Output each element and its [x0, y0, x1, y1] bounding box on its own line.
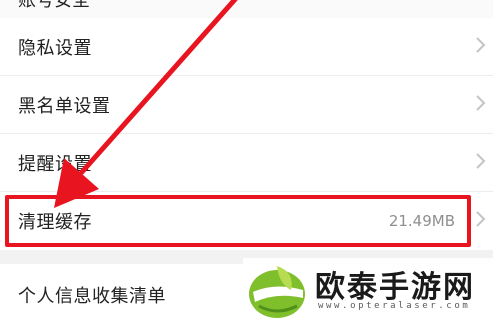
chevron-right-icon: [475, 210, 487, 232]
settings-item-label: 黑名单设置: [18, 95, 111, 117]
settings-item-label: 个人信息收集清单: [18, 285, 166, 307]
settings-item-reminder[interactable]: 提醒设置: [0, 134, 493, 192]
settings-item-label: 提醒设置: [18, 153, 92, 175]
partial-settings-row[interactable]: 账号安全: [0, 0, 493, 18]
settings-item-privacy[interactable]: 隐私设置: [0, 18, 493, 76]
watermark-title: 欧泰手游网: [315, 270, 475, 305]
chevron-right-icon: [475, 152, 487, 174]
highlight-box: [5, 195, 471, 247]
leaf-logo-icon: [249, 266, 305, 318]
chevron-right-icon: [475, 36, 487, 58]
watermark-url: www.opteralaser.com: [318, 301, 471, 311]
chevron-right-icon: [475, 94, 487, 116]
settings-item-label: 隐私设置: [18, 37, 92, 59]
partial-row-label: 账号安全: [18, 0, 90, 11]
settings-item-blacklist[interactable]: 黑名单设置: [0, 76, 493, 134]
